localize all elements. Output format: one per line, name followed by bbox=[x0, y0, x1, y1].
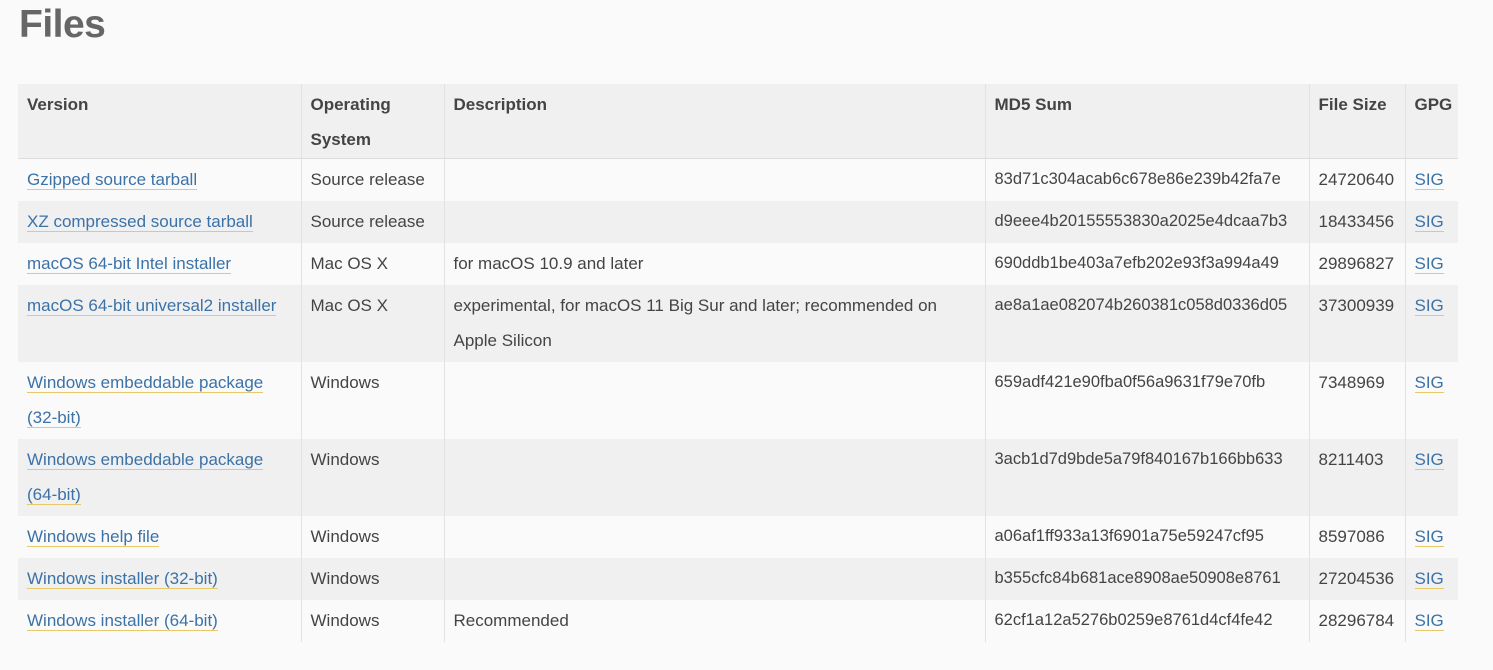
cell-version: Windows installer (32-bit) bbox=[18, 558, 302, 600]
cell-md5-sum: 690ddb1be403a7efb202e93f3a994a49 bbox=[985, 243, 1310, 285]
cell-file-size: 8597086 bbox=[1309, 516, 1406, 558]
table-row: XZ compressed source tarball Source relea… bbox=[18, 201, 1458, 243]
cell-md5-sum: b355cfc84b681ace8908ae50908e8761 bbox=[985, 558, 1310, 600]
header-description: Description bbox=[444, 84, 986, 159]
cell-version: XZ compressed source tarball bbox=[18, 201, 302, 243]
cell-file-size: 24720640 bbox=[1309, 158, 1406, 201]
sig-link[interactable]: SIG bbox=[1414, 569, 1444, 589]
download-link[interactable]: Windows installer (32-bit) bbox=[27, 569, 218, 589]
cell-md5-sum: a06af1ff933a13f6901a75e59247cf95 bbox=[985, 516, 1310, 558]
sig-link[interactable]: SIG bbox=[1414, 212, 1444, 232]
sig-link[interactable]: SIG bbox=[1414, 450, 1444, 470]
table-row: macOS 64-bit Intel installer Mac OS Xfor … bbox=[18, 243, 1458, 285]
table-row: macOS 64-bit universal2 installer Mac OS … bbox=[18, 285, 1458, 362]
table-row: Windows installer (64-bit) Windows Recomme… bbox=[18, 600, 1458, 642]
cell-operating-system: Mac OS X bbox=[301, 285, 445, 362]
cell-md5-sum: ae8a1ae082074b260381c058d0336d05 bbox=[985, 285, 1310, 362]
download-link[interactable]: Gzipped source tarball bbox=[27, 170, 198, 190]
cell-gpg: SIG bbox=[1405, 558, 1458, 600]
sig-link[interactable]: SIG bbox=[1414, 254, 1444, 274]
cell-operating-system: Windows bbox=[301, 558, 445, 600]
cell-description: Recommended bbox=[444, 600, 986, 642]
cell-version: macOS 64-bit universal2 installer bbox=[18, 285, 302, 362]
sig-link[interactable]: SIG bbox=[1414, 170, 1444, 190]
cell-file-size: 37300939 bbox=[1309, 285, 1406, 362]
files-page: Files Version Operating System Descripti… bbox=[0, 0, 1493, 670]
cell-description bbox=[444, 558, 986, 600]
cell-description bbox=[444, 158, 986, 201]
cell-version: Windows embeddable package (64-bit) bbox=[18, 439, 302, 516]
table-row: Windows embeddable package (32-bit) Windo… bbox=[18, 362, 1458, 439]
cell-gpg: SIG bbox=[1405, 201, 1458, 243]
table-row: Gzipped source tarball Source release 83d7… bbox=[18, 158, 1458, 201]
cell-version: Windows installer (64-bit) bbox=[18, 600, 302, 642]
cell-file-size: 29896827 bbox=[1309, 243, 1406, 285]
cell-operating-system: Mac OS X bbox=[301, 243, 445, 285]
sig-link[interactable]: SIG bbox=[1414, 373, 1444, 393]
cell-gpg: SIG bbox=[1405, 158, 1458, 201]
download-link[interactable]: XZ compressed source tarball bbox=[27, 212, 253, 232]
table-row: Windows help file Windows a06af1ff933a13f6… bbox=[18, 516, 1458, 558]
header-gpg: GPG bbox=[1405, 84, 1458, 159]
files-table: Version Operating System Description MD5… bbox=[18, 84, 1458, 642]
cell-operating-system: Source release bbox=[301, 201, 445, 243]
cell-md5-sum: 3acb1d7d9bde5a79f840167b166bb633 bbox=[985, 439, 1310, 516]
download-link[interactable]: Windows embeddable package (64-bit) bbox=[27, 450, 264, 505]
cell-md5-sum: d9eee4b20155553830a2025e4dcaa7b3 bbox=[985, 201, 1310, 243]
cell-description bbox=[444, 201, 986, 243]
cell-description bbox=[444, 516, 986, 558]
cell-version: Windows help file bbox=[18, 516, 302, 558]
cell-description: for macOS 10.9 and later bbox=[444, 243, 986, 285]
cell-file-size: 18433456 bbox=[1309, 201, 1406, 243]
header-operating-system: Operating System bbox=[301, 84, 445, 159]
download-link[interactable]: macOS 64-bit Intel installer bbox=[27, 254, 232, 274]
cell-file-size: 28296784 bbox=[1309, 600, 1406, 642]
sig-link[interactable]: SIG bbox=[1414, 611, 1444, 631]
cell-version: macOS 64-bit Intel installer bbox=[18, 243, 302, 285]
download-link[interactable]: Windows embeddable package (32-bit) bbox=[27, 373, 264, 428]
cell-version: Windows embeddable package (32-bit) bbox=[18, 362, 302, 439]
header-md5-sum: MD5 Sum bbox=[985, 84, 1310, 159]
header-file-size: File Size bbox=[1309, 84, 1406, 159]
download-link[interactable]: Windows installer (64-bit) bbox=[27, 611, 218, 631]
cell-gpg: SIG bbox=[1405, 285, 1458, 362]
cell-gpg: SIG bbox=[1405, 439, 1458, 516]
cell-md5-sum: 659adf421e90fba0f56a9631f79e70fb bbox=[985, 362, 1310, 439]
cell-md5-sum: 62cf1a12a5276b0259e8761d4cf4fe42 bbox=[985, 600, 1310, 642]
cell-operating-system: Windows bbox=[301, 362, 445, 439]
cell-operating-system: Source release bbox=[301, 158, 445, 201]
cell-operating-system: Windows bbox=[301, 439, 445, 516]
cell-gpg: SIG bbox=[1405, 243, 1458, 285]
cell-gpg: SIG bbox=[1405, 362, 1458, 439]
cell-version: Gzipped source tarball bbox=[18, 158, 302, 201]
sig-link[interactable]: SIG bbox=[1414, 296, 1444, 316]
cell-operating-system: Windows bbox=[301, 600, 445, 642]
download-link[interactable]: Windows help file bbox=[27, 527, 160, 547]
table-row: Windows installer (32-bit) Windows b355cfc… bbox=[18, 558, 1458, 600]
download-link[interactable]: macOS 64-bit universal2 installer bbox=[27, 296, 277, 316]
cell-file-size: 7348969 bbox=[1309, 362, 1406, 439]
cell-md5-sum: 83d71c304acab6c678e86e239b42fa7e bbox=[985, 158, 1310, 201]
header-version: Version bbox=[18, 84, 302, 159]
table-header: Version Operating System Description MD5… bbox=[18, 84, 1458, 159]
cell-description: experimental, for macOS 11 Big Sur and l… bbox=[444, 285, 986, 362]
cell-gpg: SIG bbox=[1405, 600, 1458, 642]
cell-file-size: 8211403 bbox=[1309, 439, 1406, 516]
cell-description bbox=[444, 362, 986, 439]
sig-link[interactable]: SIG bbox=[1414, 527, 1444, 547]
header-row: Version Operating System Description MD5… bbox=[18, 84, 1458, 159]
cell-description bbox=[444, 439, 986, 516]
table-body: Gzipped source tarball Source release 83d7… bbox=[18, 158, 1458, 642]
cell-file-size: 27204536 bbox=[1309, 558, 1406, 600]
cell-gpg: SIG bbox=[1405, 516, 1458, 558]
cell-operating-system: Windows bbox=[301, 516, 445, 558]
page-title: Files bbox=[19, 3, 106, 46]
table-row: Windows embeddable package (64-bit) Windo… bbox=[18, 439, 1458, 516]
